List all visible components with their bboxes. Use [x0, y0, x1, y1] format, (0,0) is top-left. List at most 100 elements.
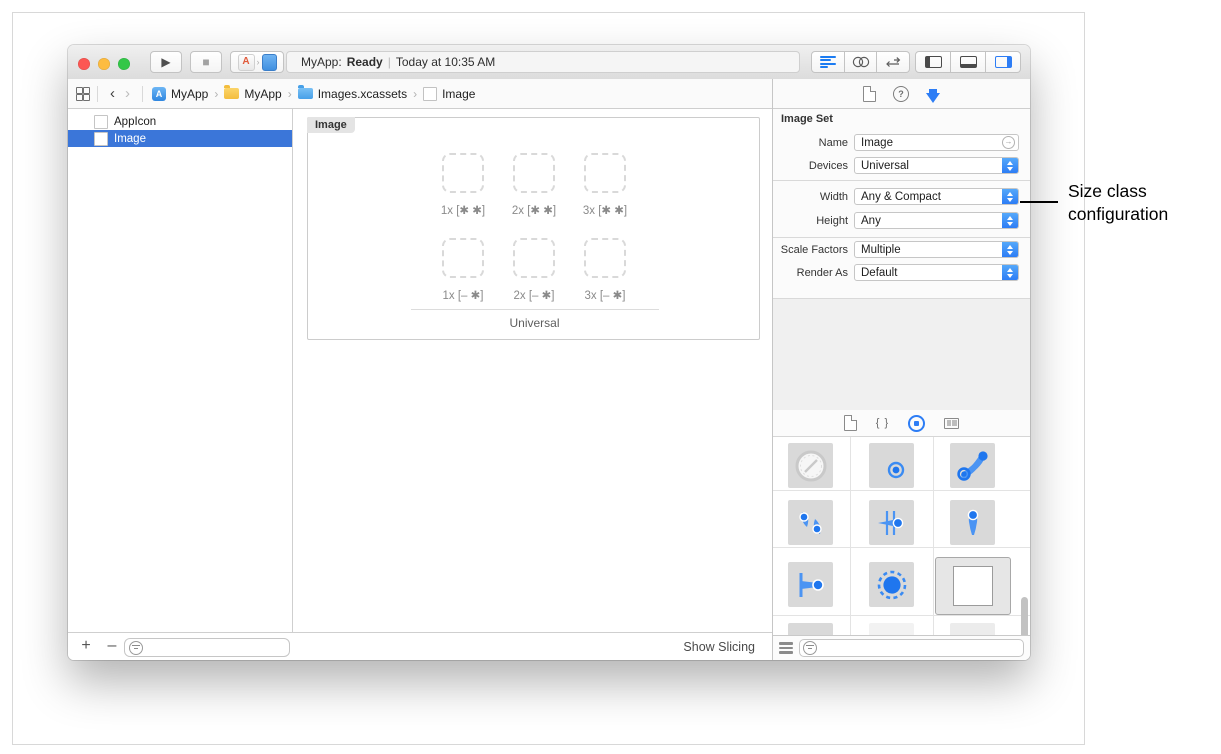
image-slot-1x-compact-any[interactable]	[442, 238, 484, 278]
remove-asset-button[interactable]: –	[102, 637, 122, 655]
chevron-right-icon: ›	[214, 87, 218, 101]
library-filter-field[interactable]	[799, 639, 1024, 657]
add-asset-button[interactable]: +	[76, 637, 96, 655]
image-set-icon	[94, 115, 108, 129]
ring-dot-icon	[875, 449, 909, 483]
scrollbar-thumb[interactable]	[1021, 597, 1028, 635]
status-state: Ready	[347, 55, 383, 69]
sidebar-item-label: AppIcon	[114, 116, 156, 128]
toggle-debug-area-button[interactable]	[951, 51, 986, 73]
callout-line	[1020, 201, 1058, 203]
field-row-height: Height Any	[773, 212, 1030, 229]
minimize-window-button[interactable]	[98, 58, 110, 70]
inspector-section-title: Image Set	[781, 113, 833, 125]
object-library-icon[interactable]	[908, 415, 925, 432]
chevron-right-icon: ›	[413, 87, 417, 101]
stop-button[interactable]: ■	[190, 51, 222, 73]
file-template-library-icon[interactable]	[844, 415, 857, 431]
popup-stepper-icon	[1002, 265, 1018, 280]
image-slot-2x-compact-any[interactable]	[513, 238, 555, 278]
run-button[interactable]: ▶	[150, 51, 182, 73]
field-label: Scale Factors	[773, 244, 848, 256]
library-item-lines-dot[interactable]	[869, 500, 914, 545]
image-slot-1x-any-any[interactable]	[442, 153, 484, 193]
toggle-navigator-button[interactable]	[915, 51, 951, 73]
breadcrumb-label: MyApp	[244, 87, 281, 101]
back-button[interactable]: ‹	[105, 85, 120, 102]
library-item-pin[interactable]	[950, 500, 995, 545]
code-snippet-library-icon[interactable]: { }	[876, 417, 889, 429]
breadcrumb-project[interactable]: A MyApp	[152, 87, 208, 101]
name-field[interactable]: Image →	[854, 134, 1019, 151]
library-item-dashed-circle[interactable]	[869, 562, 914, 607]
library-item-compass[interactable]	[788, 443, 833, 488]
library-item-ring-dot[interactable]	[869, 443, 914, 488]
image-set-editor: 1x [✱ ✱] 2x [✱ ✱] 3x [✱ ✱] 1x [– ✱] 2x […	[293, 109, 772, 632]
image-slot-2x-any-any[interactable]	[513, 153, 555, 193]
popup-value: Universal	[855, 160, 1002, 172]
grid-line	[850, 437, 851, 635]
annotation-line2: configuration	[1068, 203, 1218, 226]
library-item-partial[interactable]	[869, 623, 914, 635]
related-items-icon[interactable]	[76, 87, 90, 101]
xcode-window: ▶ ■ A › MyApp: Ready | Today at 10:35 AM	[68, 45, 1030, 660]
library-item-t-dot[interactable]	[788, 562, 833, 607]
sidebar-item-image[interactable]: Image	[68, 130, 292, 147]
breadcrumb-group[interactable]: MyApp	[224, 87, 281, 101]
standard-editor-button[interactable]	[811, 51, 845, 73]
pin-icon	[955, 505, 991, 541]
render-as-popup[interactable]: Default	[854, 264, 1019, 281]
file-inspector-icon[interactable]	[863, 86, 876, 102]
separator	[773, 180, 1030, 181]
activity-status-bar: MyApp: Ready | Today at 10:35 AM	[286, 51, 800, 73]
slot-label: 1x [✱ ✱]	[428, 203, 498, 217]
version-editor-icon	[884, 56, 902, 68]
image-set-tab: Image	[307, 117, 355, 133]
library-item-swirl[interactable]	[788, 500, 833, 545]
media-library-icon[interactable]	[944, 418, 959, 429]
chevron-right-icon: ›	[288, 87, 292, 101]
sidebar-item-appicon[interactable]: AppIcon	[68, 113, 292, 130]
field-label: Height	[773, 215, 848, 227]
swirl-dots-icon	[793, 505, 829, 541]
breadcrumb-asset-catalog[interactable]: Images.xcassets	[298, 87, 407, 101]
assistant-editor-icon	[852, 56, 870, 68]
grid-line	[773, 547, 1030, 548]
scheme-device-icon	[262, 54, 277, 71]
compass-icon	[794, 449, 828, 483]
height-popup[interactable]: Any	[854, 212, 1019, 229]
go-arrow-icon[interactable]: →	[1002, 136, 1015, 149]
show-slicing-button[interactable]: Show Slicing	[683, 640, 755, 654]
scheme-selector[interactable]: A ›	[230, 51, 284, 73]
version-editor-button[interactable]	[877, 51, 910, 73]
width-popup[interactable]: Any & Compact	[854, 188, 1019, 205]
folder-icon	[224, 88, 239, 99]
breadcrumb-label: Images.xcassets	[318, 87, 407, 101]
quick-help-icon[interactable]: ?	[893, 86, 909, 102]
grid-line	[933, 437, 934, 635]
library-item-link-dots[interactable]	[950, 443, 995, 488]
breadcrumb-image-set[interactable]: Image	[423, 87, 475, 101]
slot-label: 3x [– ✱]	[570, 288, 640, 302]
slot-label: 2x [✱ ✱]	[499, 203, 569, 217]
library-item-partial[interactable]	[788, 623, 833, 635]
library-tab-bar: { }	[773, 410, 1030, 437]
assistant-editor-button[interactable]	[845, 51, 878, 73]
library-item-image-selected[interactable]	[935, 557, 1011, 615]
toggle-inspector-button[interactable]	[986, 51, 1021, 73]
scale-factors-popup[interactable]: Multiple	[854, 241, 1019, 258]
asset-filter-field[interactable]	[124, 638, 290, 657]
close-window-button[interactable]	[78, 58, 90, 70]
library-item-partial[interactable]	[950, 623, 995, 635]
attributes-inspector-icon[interactable]	[926, 93, 940, 103]
image-slot-3x-any-any[interactable]	[584, 153, 626, 193]
forward-button[interactable]: ›	[120, 85, 135, 102]
t-bar-dot-icon	[793, 567, 829, 603]
slot-label: 3x [✱ ✱]	[570, 203, 640, 217]
popup-stepper-icon	[1002, 189, 1018, 204]
toolbar: ▶ ■ A › MyApp: Ready | Today at 10:35 AM	[68, 45, 1030, 80]
image-slot-3x-compact-any[interactable]	[584, 238, 626, 278]
list-view-icon[interactable]	[779, 642, 793, 654]
devices-popup[interactable]: Universal	[854, 157, 1019, 174]
zoom-window-button[interactable]	[118, 58, 130, 70]
